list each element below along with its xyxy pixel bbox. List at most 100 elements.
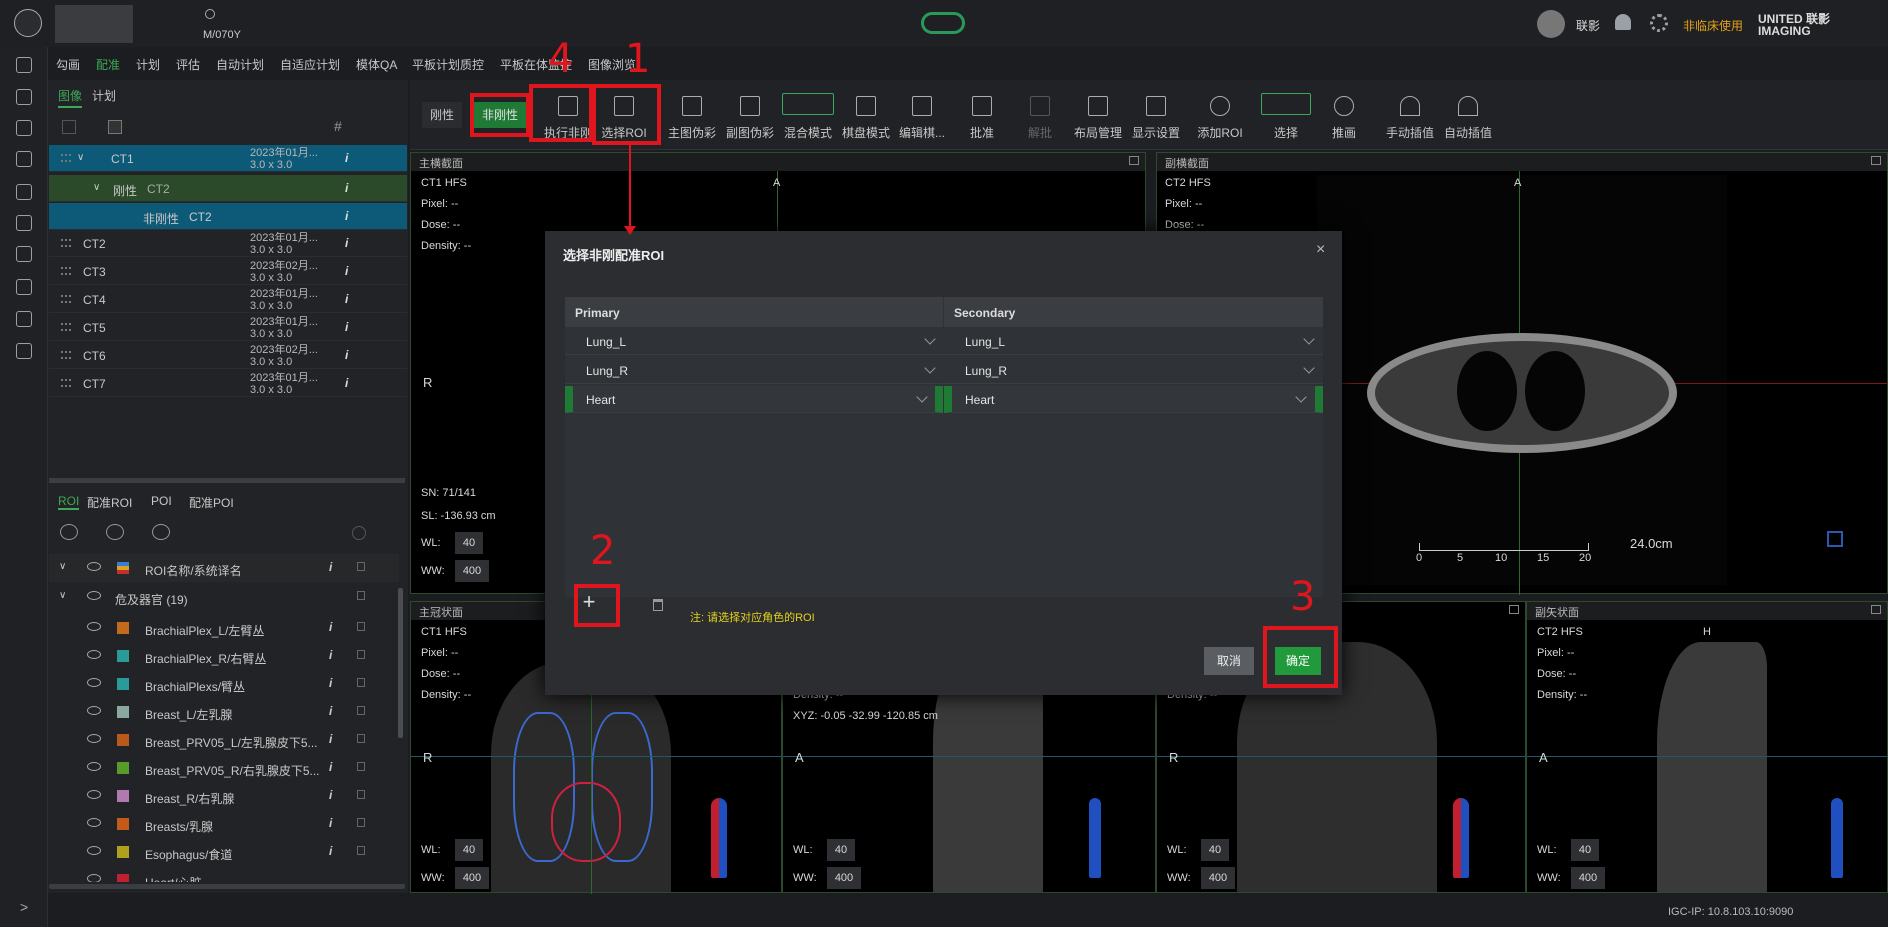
image-row-ct5[interactable]: CT5 2023年01月... 3.0 x 3.0 i: [49, 314, 407, 341]
drag-handle-icon[interactable]: [61, 239, 71, 247]
blend-mode-button[interactable]: 混合模式: [780, 80, 836, 150]
push-tool-button[interactable]: 推画: [1316, 80, 1372, 150]
roi-row[interactable]: Breast_R/右乳腺 i: [49, 782, 399, 810]
info-icon[interactable]: i: [329, 620, 332, 634]
tab-reg-poi[interactable]: 配准POI: [189, 494, 234, 511]
info-icon[interactable]: i: [345, 209, 348, 223]
image-row-ct2[interactable]: CT2 2023年01月... 3.0 x 3.0 i: [49, 230, 407, 257]
eye-icon[interactable]: [87, 734, 101, 743]
lock-icon[interactable]: [357, 762, 365, 771]
lock-icon[interactable]: [357, 846, 365, 855]
eye-icon[interactable]: [87, 678, 101, 687]
delete-icon[interactable]: [653, 599, 663, 611]
info-icon[interactable]: i: [345, 264, 348, 278]
eye-icon[interactable]: [87, 706, 101, 715]
eye-icon[interactable]: [87, 818, 101, 827]
cancel-button[interactable]: 取消: [1204, 647, 1254, 675]
secondary-pseudocolor-button[interactable]: 副图伪彩: [722, 80, 778, 150]
nav-item-contour[interactable]: 勾画: [56, 56, 80, 73]
maximize-icon[interactable]: [1871, 605, 1881, 614]
lock-icon[interactable]: [357, 562, 365, 571]
layout-manager-button[interactable]: 布局管理: [1070, 80, 1126, 150]
edit-checkerboard-button[interactable]: 编辑棋...: [894, 80, 950, 150]
gear-icon[interactable]: [1650, 14, 1668, 32]
info-icon[interactable]: i: [329, 788, 332, 802]
nav-item-plan[interactable]: 计划: [136, 56, 160, 73]
ww-value[interactable]: 400: [1201, 867, 1235, 889]
collapse-icon[interactable]: ∨: [59, 590, 66, 601]
ww-value[interactable]: 400: [455, 867, 489, 889]
primary-pseudocolor-button[interactable]: 主图伪彩: [664, 80, 720, 150]
roi-row[interactable]: BrachialPlex_R/右臂丛 i: [49, 642, 399, 670]
user-avatar-icon[interactable]: [14, 9, 42, 37]
info-icon[interactable]: i: [329, 760, 332, 774]
drag-handle-icon[interactable]: [61, 295, 71, 303]
ww-value[interactable]: 400: [455, 560, 489, 582]
roi-group-row[interactable]: ∨ 危及器官 (19): [49, 583, 399, 611]
collapse-icon[interactable]: ∨: [77, 152, 84, 163]
primary-roi-select[interactable]: Heart: [565, 386, 943, 413]
info-icon[interactable]: i: [345, 376, 348, 390]
collapse-icon[interactable]: ∨: [93, 182, 100, 193]
info-icon[interactable]: i: [329, 560, 332, 574]
grid-icon[interactable]: [16, 343, 32, 359]
nav-item-registration[interactable]: 配准: [96, 56, 120, 73]
image-row-ct3[interactable]: CT3 2023年02月... 3.0 x 3.0 i: [49, 258, 407, 285]
panel-splitter[interactable]: [49, 478, 405, 483]
book-icon[interactable]: [16, 151, 32, 167]
lock-icon[interactable]: [357, 678, 365, 687]
roi-tool-icon[interactable]: [152, 524, 170, 540]
roi-row[interactable]: Esophagus/食道 i: [49, 838, 399, 866]
eye-icon[interactable]: [87, 762, 101, 771]
drag-handle-icon[interactable]: [61, 323, 71, 331]
user-avatar[interactable]: [1537, 10, 1565, 38]
wl-value[interactable]: 40: [455, 532, 483, 554]
secondary-roi-select[interactable]: Heart: [944, 386, 1323, 413]
info-icon[interactable]: i: [329, 704, 332, 718]
roi-row[interactable]: Breast_PRV05_R/右乳腺皮下5... i: [49, 754, 399, 782]
roi-tool-icon[interactable]: [106, 524, 124, 540]
eye-icon[interactable]: [87, 874, 101, 882]
roi-row[interactable]: Breasts/乳腺 i: [49, 810, 399, 838]
panel-hscrollbar[interactable]: [49, 884, 405, 889]
filter-icon[interactable]: #: [334, 118, 342, 134]
wl-value[interactable]: 40: [827, 839, 855, 861]
grid-view-icon[interactable]: [108, 120, 122, 134]
close-icon[interactable]: ×: [1316, 241, 1325, 259]
wl-value[interactable]: 40: [455, 839, 483, 861]
primary-roi-select[interactable]: Lung_L: [565, 328, 943, 355]
search-icon[interactable]: [205, 9, 215, 19]
nav-item-phantom-qa[interactable]: 模体QA: [356, 56, 397, 73]
image-row-ct4[interactable]: CT4 2023年01月... 3.0 x 3.0 i: [49, 286, 407, 313]
lock-icon[interactable]: [357, 706, 365, 715]
copy-icon[interactable]: [16, 89, 32, 105]
info-icon[interactable]: i: [329, 648, 332, 662]
wl-value[interactable]: 40: [1571, 839, 1599, 861]
lock-icon[interactable]: [357, 818, 365, 827]
lock-icon[interactable]: [357, 650, 365, 659]
lock-icon[interactable]: [357, 790, 365, 799]
eye-icon[interactable]: [87, 591, 101, 600]
roi-row[interactable]: Heart/心脏: [49, 866, 399, 882]
lock-icon[interactable]: [357, 591, 365, 600]
secondary-roi-select[interactable]: Lung_L: [944, 328, 1323, 355]
lock-icon[interactable]: [357, 622, 365, 631]
device-icon[interactable]: [16, 184, 32, 200]
shield-icon[interactable]: [16, 311, 32, 327]
eye-icon[interactable]: [87, 846, 101, 855]
nav-item-auto-plan[interactable]: 自动计划: [216, 56, 264, 73]
bell-icon[interactable]: [1615, 14, 1631, 30]
eye-icon[interactable]: [87, 790, 101, 799]
eye-icon[interactable]: [87, 622, 101, 631]
drag-handle-icon[interactable]: [61, 154, 71, 162]
info-icon[interactable]: i: [329, 732, 332, 746]
info-icon[interactable]: i: [345, 236, 348, 250]
roi-row[interactable]: Breast_L/左乳腺 i: [49, 698, 399, 726]
tab-roi[interactable]: ROI: [58, 494, 80, 510]
display-settings-button[interactable]: 显示设置: [1128, 80, 1184, 150]
primary-roi-select[interactable]: Lung_R: [565, 357, 943, 384]
maximize-icon[interactable]: [1509, 605, 1519, 614]
unapprove-button[interactable]: 解批: [1012, 80, 1068, 150]
image-row-nonrigid[interactable]: 非刚性 CT2 i: [49, 203, 407, 230]
roi-row[interactable]: BrachialPlexs/臂丛 i: [49, 670, 399, 698]
